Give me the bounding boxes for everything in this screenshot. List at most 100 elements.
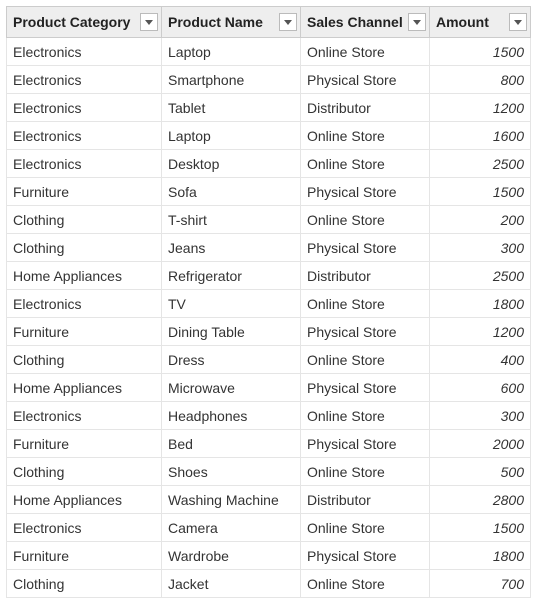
cell-amount: 800: [430, 66, 531, 94]
table-row: ClothingJacketOnline Store700: [7, 570, 531, 598]
cell-amount: 1500: [430, 514, 531, 542]
cell-category: Electronics: [7, 94, 162, 122]
table-row: ElectronicsCameraOnline Store1500: [7, 514, 531, 542]
table-row: Home AppliancesRefrigeratorDistributor25…: [7, 262, 531, 290]
cell-channel: Online Store: [301, 514, 430, 542]
cell-amount: 1800: [430, 290, 531, 318]
cell-channel: Online Store: [301, 38, 430, 66]
cell-category: Clothing: [7, 570, 162, 598]
column-header-category[interactable]: Product Category: [7, 7, 162, 38]
table-row: FurnitureDining TablePhysical Store1200: [7, 318, 531, 346]
table-row: ClothingDressOnline Store400: [7, 346, 531, 374]
cell-amount: 1500: [430, 38, 531, 66]
table-row: ClothingShoesOnline Store500: [7, 458, 531, 486]
cell-name: TV: [162, 290, 301, 318]
column-header-channel[interactable]: Sales Channel: [301, 7, 430, 38]
cell-amount: 1600: [430, 122, 531, 150]
cell-name: Refrigerator: [162, 262, 301, 290]
cell-amount: 400: [430, 346, 531, 374]
cell-channel: Online Store: [301, 458, 430, 486]
cell-name: Laptop: [162, 38, 301, 66]
cell-category: Furniture: [7, 430, 162, 458]
cell-channel: Physical Store: [301, 66, 430, 94]
cell-category: Clothing: [7, 458, 162, 486]
cell-name: Tablet: [162, 94, 301, 122]
cell-name: Smartphone: [162, 66, 301, 94]
cell-category: Furniture: [7, 542, 162, 570]
cell-name: Bed: [162, 430, 301, 458]
table-row: FurnitureWardrobePhysical Store1800: [7, 542, 531, 570]
filter-dropdown-icon[interactable]: [140, 13, 158, 31]
column-label: Product Name: [168, 14, 263, 30]
cell-channel: Online Store: [301, 150, 430, 178]
cell-category: Home Appliances: [7, 486, 162, 514]
cell-channel: Distributor: [301, 94, 430, 122]
cell-category: Clothing: [7, 206, 162, 234]
filter-dropdown-icon[interactable]: [279, 13, 297, 31]
table-row: ClothingJeansPhysical Store300: [7, 234, 531, 262]
cell-name: Jeans: [162, 234, 301, 262]
cell-channel: Online Store: [301, 570, 430, 598]
filter-dropdown-icon[interactable]: [408, 13, 426, 31]
cell-name: Camera: [162, 514, 301, 542]
header-row: Product Category Product Name Sales Channe…: [7, 7, 531, 38]
table-row: FurnitureBedPhysical Store2000: [7, 430, 531, 458]
cell-category: Home Appliances: [7, 262, 162, 290]
cell-amount: 600: [430, 374, 531, 402]
table-row: Home AppliancesMicrowavePhysical Store60…: [7, 374, 531, 402]
table-row: ElectronicsTabletDistributor1200: [7, 94, 531, 122]
cell-name: Wardrobe: [162, 542, 301, 570]
cell-category: Electronics: [7, 150, 162, 178]
cell-category: Clothing: [7, 346, 162, 374]
cell-category: Electronics: [7, 66, 162, 94]
cell-channel: Physical Store: [301, 374, 430, 402]
column-label: Sales Channel: [307, 14, 403, 30]
cell-amount: 300: [430, 402, 531, 430]
cell-channel: Online Store: [301, 346, 430, 374]
cell-name: Laptop: [162, 122, 301, 150]
cell-amount: 1800: [430, 542, 531, 570]
cell-category: Electronics: [7, 514, 162, 542]
table-body: ElectronicsLaptopOnline Store1500Electro…: [7, 38, 531, 598]
cell-channel: Physical Store: [301, 542, 430, 570]
cell-name: Desktop: [162, 150, 301, 178]
cell-name: Washing Machine: [162, 486, 301, 514]
cell-channel: Physical Store: [301, 234, 430, 262]
cell-channel: Online Store: [301, 122, 430, 150]
cell-name: Dress: [162, 346, 301, 374]
table-row: ElectronicsSmartphonePhysical Store800: [7, 66, 531, 94]
cell-amount: 1200: [430, 94, 531, 122]
cell-name: Jacket: [162, 570, 301, 598]
column-label: Product Category: [13, 14, 130, 30]
cell-channel: Online Store: [301, 402, 430, 430]
cell-amount: 1200: [430, 318, 531, 346]
filter-dropdown-icon[interactable]: [509, 13, 527, 31]
cell-amount: 2500: [430, 150, 531, 178]
cell-amount: 500: [430, 458, 531, 486]
cell-category: Electronics: [7, 290, 162, 318]
cell-amount: 700: [430, 570, 531, 598]
cell-amount: 200: [430, 206, 531, 234]
column-header-name[interactable]: Product Name: [162, 7, 301, 38]
cell-channel: Online Store: [301, 290, 430, 318]
table-row: ClothingT-shirtOnline Store200: [7, 206, 531, 234]
cell-channel: Physical Store: [301, 178, 430, 206]
cell-amount: 300: [430, 234, 531, 262]
cell-channel: Distributor: [301, 486, 430, 514]
table-row: Home AppliancesWashing MachineDistributo…: [7, 486, 531, 514]
cell-name: Dining Table: [162, 318, 301, 346]
cell-channel: Online Store: [301, 206, 430, 234]
data-table: Product Category Product Name Sales Channe…: [6, 6, 531, 598]
cell-amount: 2800: [430, 486, 531, 514]
cell-channel: Physical Store: [301, 318, 430, 346]
table-row: ElectronicsHeadphonesOnline Store300: [7, 402, 531, 430]
cell-name: Shoes: [162, 458, 301, 486]
cell-channel: Physical Store: [301, 430, 430, 458]
cell-name: Sofa: [162, 178, 301, 206]
cell-name: Headphones: [162, 402, 301, 430]
column-header-amount[interactable]: Amount: [430, 7, 531, 38]
table-row: ElectronicsLaptopOnline Store1600: [7, 122, 531, 150]
table-row: ElectronicsDesktopOnline Store2500: [7, 150, 531, 178]
cell-category: Furniture: [7, 178, 162, 206]
cell-amount: 2000: [430, 430, 531, 458]
